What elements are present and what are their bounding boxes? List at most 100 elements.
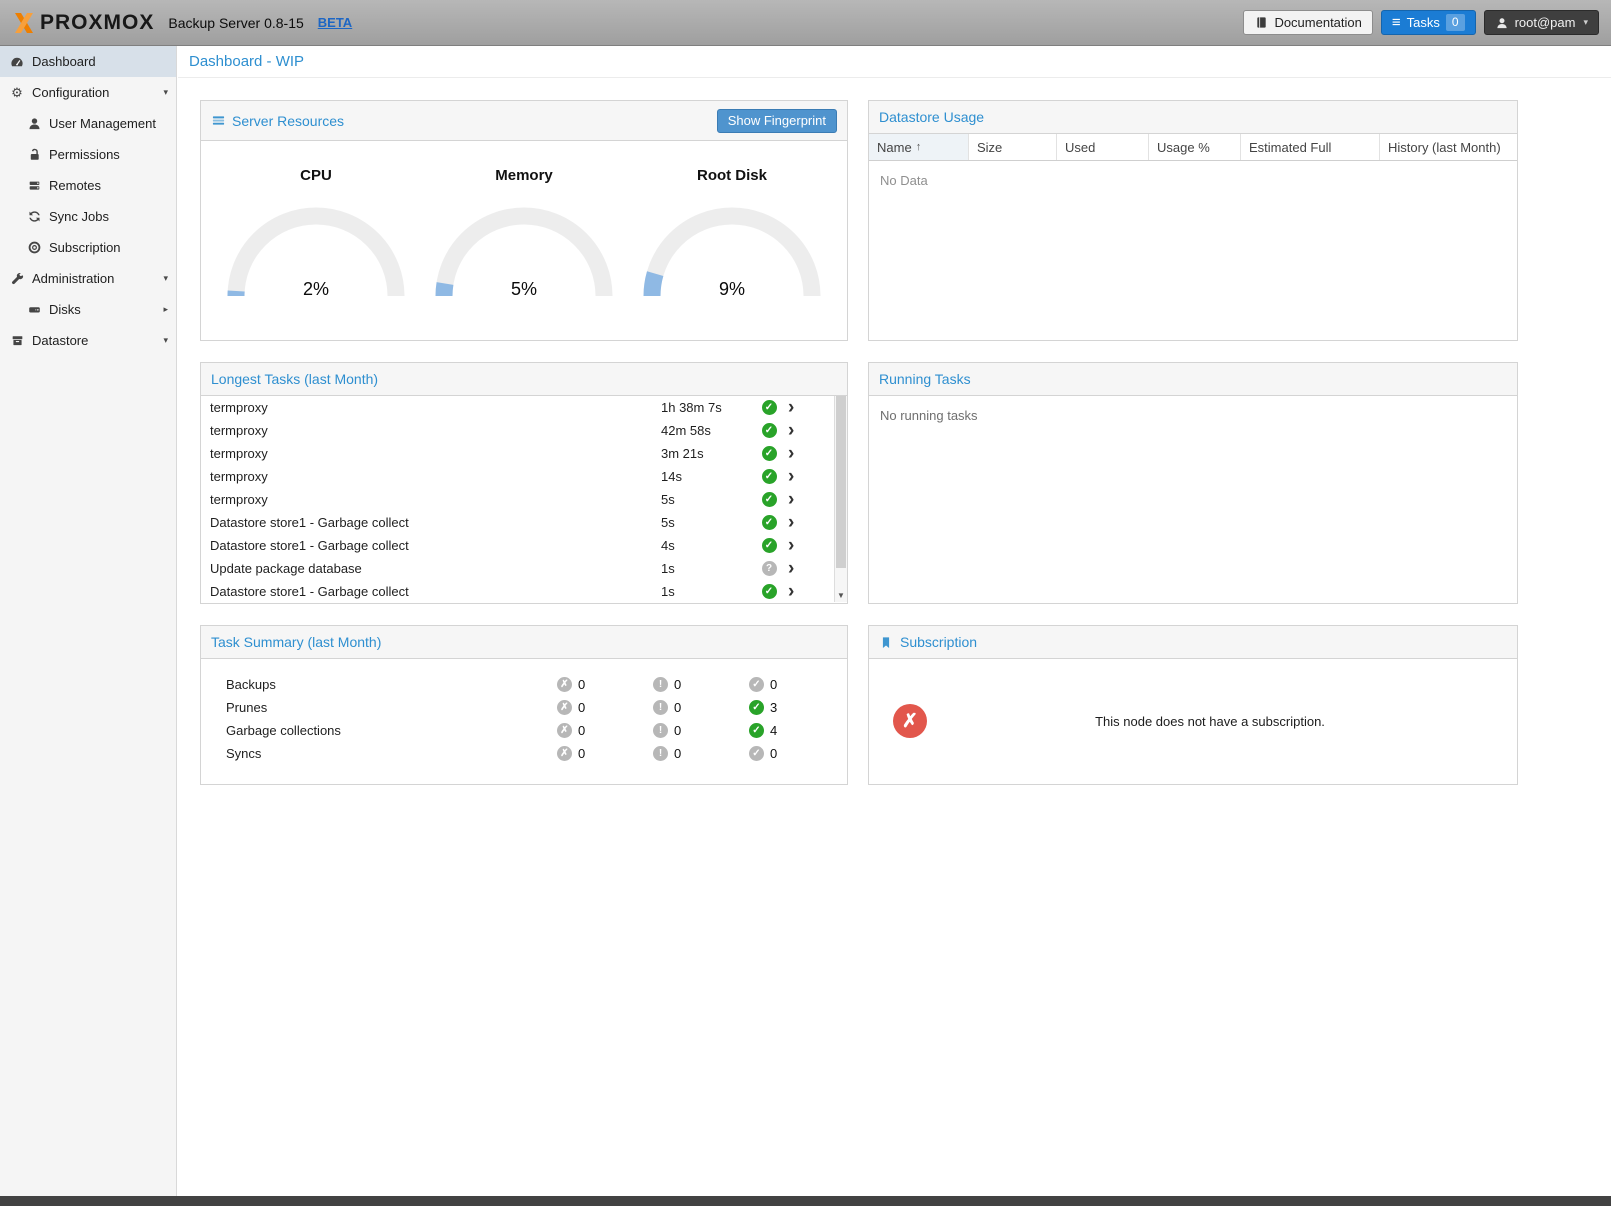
- caret-down-icon[interactable]: ▾: [163, 87, 168, 98]
- chevron-right-icon[interactable]: ›: [788, 398, 794, 417]
- beta-link[interactable]: BETA: [318, 15, 352, 30]
- task-row[interactable]: termproxy 14s ✓ ›: [201, 465, 834, 488]
- chevron-right-icon[interactable]: ›: [788, 467, 794, 486]
- hdd-icon: [27, 303, 41, 317]
- root-disk-gauge: Root Disk 9%: [628, 167, 836, 339]
- sidebar-item-administration[interactable]: Administration ▾: [0, 263, 176, 294]
- task-duration: 42m 58s: [661, 423, 758, 438]
- show-fingerprint-button[interactable]: Show Fingerprint: [717, 109, 837, 133]
- tasks-button[interactable]: ≡ Tasks 0: [1381, 10, 1476, 35]
- documentation-label: Documentation: [1274, 15, 1361, 30]
- status-ok-icon: ✓: [762, 515, 777, 530]
- summary-row-garbage-collections: Garbage collections ✗0 !0 ✓4: [201, 719, 847, 742]
- chevron-right-icon[interactable]: ›: [788, 444, 794, 463]
- sort-asc-icon: ↑: [916, 141, 922, 153]
- sidebar-item-configuration[interactable]: ⚙ Configuration ▾: [0, 77, 176, 108]
- sidebar-item-label: Subscription: [49, 240, 121, 255]
- sidebar-item-disks[interactable]: Disks ▸: [0, 294, 176, 325]
- sidebar-item-label: Permissions: [49, 147, 120, 162]
- task-name: termproxy: [201, 423, 661, 438]
- subscription-title: Subscription: [900, 634, 977, 650]
- status-ok-icon: ✓: [762, 423, 777, 438]
- chevron-right-icon[interactable]: ›: [788, 421, 794, 440]
- sidebar-item-user-management[interactable]: User Management: [0, 108, 176, 139]
- scroll-down-button[interactable]: ▼: [835, 589, 847, 602]
- warning-count-icon: !: [653, 700, 668, 715]
- scrollbar-thumb[interactable]: [836, 396, 846, 568]
- sidebar-item-label: Dashboard: [32, 54, 96, 69]
- wrench-icon: [10, 272, 24, 286]
- ok-count-icon: ✓: [749, 723, 764, 738]
- task-row[interactable]: Datastore store1 - Garbage collect 4s ✓ …: [201, 534, 834, 557]
- task-name: Datastore store1 - Garbage collect: [201, 538, 661, 553]
- caret-down-icon[interactable]: ▾: [163, 335, 168, 346]
- running-tasks-panel: Running Tasks No running tasks: [868, 362, 1518, 604]
- longest-tasks-title: Longest Tasks (last Month): [211, 371, 378, 387]
- product-version: Backup Server 0.8-15: [168, 15, 303, 31]
- column-header-usage-percent[interactable]: Usage %: [1149, 134, 1241, 160]
- warning-count-icon: !: [653, 746, 668, 761]
- task-row[interactable]: Update package database 1s ? ›: [201, 557, 834, 580]
- task-row[interactable]: termproxy 5s ✓ ›: [201, 488, 834, 511]
- summary-label: Garbage collections: [226, 723, 557, 738]
- no-subscription-icon: ✗: [893, 704, 927, 738]
- sidebar-item-datastore[interactable]: Datastore ▾: [0, 325, 176, 356]
- sidebar-item-dashboard[interactable]: Dashboard: [0, 46, 176, 77]
- column-header-used[interactable]: Used: [1057, 134, 1149, 160]
- chevron-right-icon[interactable]: ›: [788, 513, 794, 532]
- ok-count-icon: ✓: [749, 700, 764, 715]
- brand-text: PROXMOX: [40, 11, 154, 35]
- task-list-icon: ≡: [1392, 15, 1401, 30]
- task-row[interactable]: termproxy 1h 38m 7s ✓ ›: [201, 396, 834, 419]
- sidebar-item-label: Configuration: [32, 85, 109, 100]
- sidebar-item-label: Datastore: [32, 333, 88, 348]
- status-ok-icon: ✓: [762, 584, 777, 599]
- sidebar-item-label: Disks: [49, 302, 81, 317]
- sidebar-item-subscription[interactable]: Subscription: [0, 232, 176, 263]
- root-disk-gauge-value: 9%: [719, 279, 745, 299]
- task-row[interactable]: Datastore store1 - Garbage collect 5s ✓ …: [201, 511, 834, 534]
- chevron-right-icon[interactable]: ›: [788, 490, 794, 509]
- task-duration: 1s: [661, 561, 758, 576]
- user-icon: [27, 117, 41, 131]
- chevron-right-icon[interactable]: ›: [788, 536, 794, 555]
- memory-gauge-value: 5%: [511, 279, 537, 299]
- chevron-right-icon[interactable]: ›: [788, 559, 794, 578]
- task-duration: 14s: [661, 469, 758, 484]
- user-menu-button[interactable]: root@pam ▾: [1484, 10, 1599, 35]
- column-header-estimated-full[interactable]: Estimated Full: [1241, 134, 1380, 160]
- sidebar-item-remotes[interactable]: Remotes: [0, 170, 176, 201]
- chevron-right-icon[interactable]: ›: [788, 582, 794, 601]
- scrollbar[interactable]: ▼: [834, 396, 847, 602]
- status-ok-icon: ✓: [762, 492, 777, 507]
- column-header-history[interactable]: History (last Month): [1380, 134, 1517, 160]
- dashboard-icon: [10, 55, 24, 69]
- sidebar-item-label: Administration: [32, 271, 114, 286]
- proxmox-logo: PROXMOX: [12, 11, 154, 35]
- column-header-size[interactable]: Size: [969, 134, 1057, 160]
- column-header-name[interactable]: Name ↑: [869, 134, 969, 160]
- user-icon: [1495, 16, 1509, 30]
- error-count-icon: ✗: [557, 700, 572, 715]
- sidebar-item-label: User Management: [49, 116, 156, 131]
- task-row[interactable]: termproxy 3m 21s ✓ ›: [201, 442, 834, 465]
- warning-count-icon: !: [653, 677, 668, 692]
- subscription-message: This node does not have a subscription.: [927, 714, 1493, 729]
- task-row[interactable]: Datastore store1 - Garbage collect 1s ✓ …: [201, 580, 834, 602]
- unlock-icon: [27, 148, 41, 162]
- lifering-icon: [27, 241, 41, 255]
- datastore-usage-title: Datastore Usage: [879, 109, 984, 125]
- main-content: Dashboard - WIP Server Resources Show Fi…: [178, 46, 1611, 1196]
- caret-down-icon[interactable]: ▾: [163, 273, 168, 284]
- sidebar-item-permissions[interactable]: Permissions: [0, 139, 176, 170]
- subscription-panel: Subscription ✗ This node does not have a…: [868, 625, 1518, 785]
- status-unknown-icon: ?: [762, 561, 777, 576]
- task-row[interactable]: termproxy 42m 58s ✓ ›: [201, 419, 834, 442]
- user-label: root@pam: [1515, 15, 1576, 30]
- sidebar-item-sync-jobs[interactable]: Sync Jobs: [0, 201, 176, 232]
- sidebar-item-label: Sync Jobs: [49, 209, 109, 224]
- documentation-button[interactable]: Documentation: [1243, 10, 1372, 35]
- caret-right-icon[interactable]: ▸: [163, 304, 168, 315]
- status-ok-icon: ✓: [762, 400, 777, 415]
- gears-icon: ⚙: [10, 86, 24, 100]
